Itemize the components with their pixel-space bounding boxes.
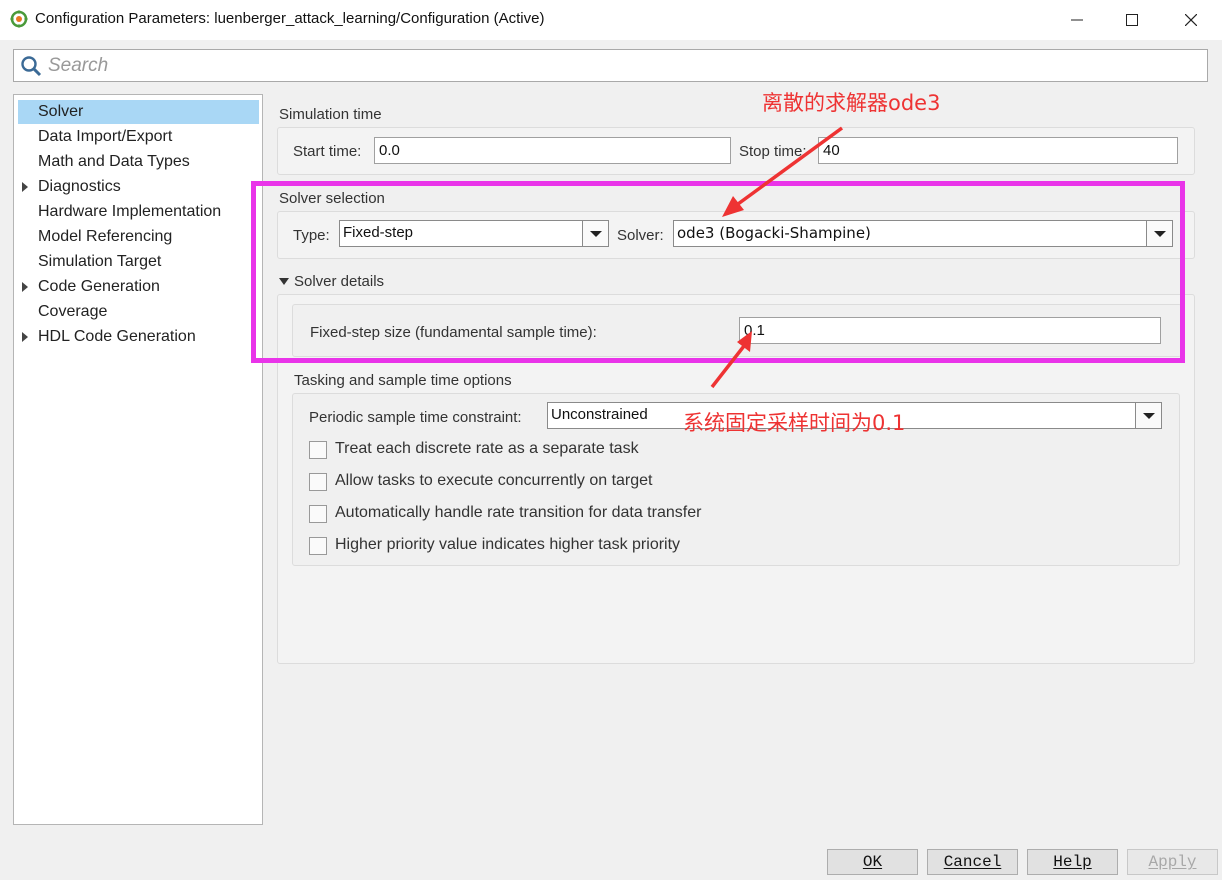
nav-item-label: Code Generation [38,278,160,295]
checkbox-label: Automatically handle rate transition for… [335,504,702,521]
search-icon [21,56,42,77]
concurrent-tasks-checkbox-row[interactable]: Allow tasks to execute concurrently on t… [309,471,709,493]
tasking-heading: Tasking and sample time options [294,372,512,389]
ok-button[interactable]: OK [827,849,918,875]
nav-item-label: Solver [38,103,84,120]
nav-item-label: Data Import/Export [38,128,173,145]
nav-item-hdl-code-generation[interactable]: HDL Code Generation [18,325,259,349]
nav-item-label: Math and Data Types [38,153,190,170]
type-dropdown-value: Fixed-step [343,224,414,241]
close-icon [1185,14,1197,26]
sample-time-constraint-label: Periodic sample time constraint: [309,409,522,426]
nav-item-label: Simulation Target [38,253,162,270]
discrete-rate-task-checkbox-row[interactable]: Treat each discrete rate as a separate t… [309,439,709,461]
discrete-rate-task-checkbox[interactable] [309,441,327,459]
expand-arrow-icon[interactable] [22,182,28,192]
solver-annotation-text: 离散的求解器ode3 [762,91,941,115]
sample-time-constraint-value: Unconstrained [551,406,648,423]
window-title: Configuration Parameters: luenberger_att… [35,10,545,27]
expand-arrow-icon[interactable] [22,332,28,342]
nav-item-solver[interactable]: Solver [18,100,259,124]
cancel-button[interactable]: Cancel [927,849,1018,875]
stop-time-input[interactable] [818,137,1178,164]
nav-item-label: Hardware Implementation [38,203,222,220]
apply-button[interactable]: Apply [1127,849,1218,875]
expand-arrow-icon[interactable] [22,282,28,292]
rate-transition-checkbox-row[interactable]: Automatically handle rate transition for… [309,503,729,525]
simulation-time-heading: Simulation time [279,106,382,123]
step-size-annotation-text: 系统固定采样时间为0.1 [683,411,906,435]
stop-time-label: Stop time: [739,143,807,160]
nav-item-label: Coverage [38,303,108,320]
rate-transition-checkbox[interactable] [309,505,327,523]
solver-selection-heading: Solver selection [279,190,385,207]
minimize-button[interactable] [1054,0,1100,40]
nav-item-data-import-export[interactable]: Data Import/Export [18,125,259,149]
chevron-down-icon[interactable] [1135,403,1161,428]
minimize-icon [1071,19,1083,21]
nav-item-math-and-data-types[interactable]: Math and Data Types [18,150,259,174]
maximize-button[interactable] [1109,0,1155,40]
nav-item-label: HDL Code Generation [38,328,196,345]
checkbox-label: Allow tasks to execute concurrently on t… [335,472,653,489]
start-time-label: Start time: [293,143,362,160]
start-time-input[interactable] [374,137,731,164]
checkbox-label: Higher priority value indicates higher t… [335,536,681,553]
nav-item-model-referencing[interactable]: Model Referencing [18,225,259,249]
solver-label: Solver: [617,227,664,244]
solver-panel: Simulation time Start time: Stop time: S… [277,94,1206,825]
step-size-label: Fixed-step size (fundamental sample time… [310,324,597,341]
maximize-icon [1126,14,1138,26]
solver-dropdown[interactable]: ode3 (Bogacki-Shampine) [673,220,1173,247]
nav-item-coverage[interactable]: Coverage [18,300,259,324]
search-box[interactable] [13,49,1208,82]
help-button[interactable]: Help [1027,849,1118,875]
checkbox-label: Treat each discrete rate as a separate t… [335,440,639,457]
concurrent-tasks-checkbox[interactable] [309,473,327,491]
solver-details-heading[interactable]: Solver details [294,273,384,290]
task-priority-checkbox[interactable] [309,537,327,555]
solver-dropdown-value: ode3 (Bogacki-Shampine) [677,224,871,242]
title-bar: Configuration Parameters: luenberger_att… [0,0,1222,40]
nav-item-diagnostics[interactable]: Diagnostics [18,175,259,199]
task-priority-checkbox-row[interactable]: Higher priority value indicates higher t… [309,535,709,557]
nav-item-label: Diagnostics [38,178,121,195]
type-dropdown[interactable]: Fixed-step [339,220,609,247]
nav-item-label: Model Referencing [38,228,173,245]
chevron-down-icon[interactable] [1146,221,1172,246]
category-tree: Solver Data Import/Export Math and Data … [13,94,263,825]
nav-item-code-generation[interactable]: Code Generation [18,275,259,299]
search-input[interactable] [48,54,1198,78]
nav-item-simulation-target[interactable]: Simulation Target [18,250,259,274]
chevron-down-icon[interactable] [582,221,608,246]
type-label: Type: [293,227,330,244]
close-button[interactable] [1168,0,1214,40]
gear-icon [10,10,28,28]
nav-item-hardware-implementation[interactable]: Hardware Implementation [18,200,259,224]
step-size-input[interactable] [739,317,1161,344]
collapse-arrow-icon[interactable] [279,278,289,285]
